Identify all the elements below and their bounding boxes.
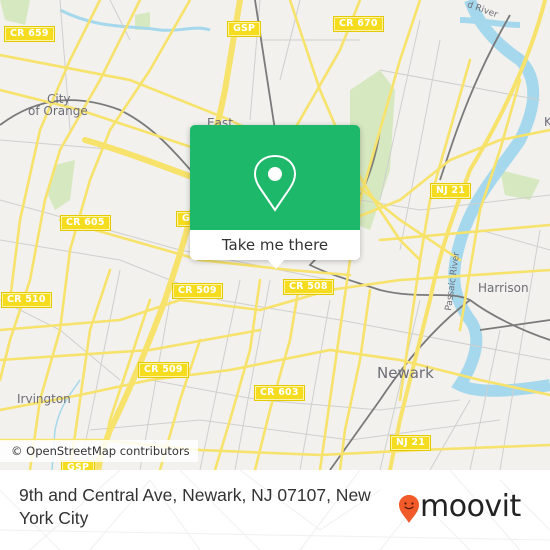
- road-shield: CR 659: [4, 26, 55, 42]
- place-label: Newark: [377, 364, 434, 382]
- location-popup: Take me there: [190, 125, 360, 269]
- popup-pointer: [267, 259, 285, 269]
- place-label: Irvington: [17, 392, 71, 406]
- address-text: 9th and Central Ave, Newark, NJ 07107, N…: [19, 485, 371, 528]
- road-shield: GSP: [60, 460, 96, 470]
- road-shield: NJ 21: [389, 435, 432, 451]
- map-attribution[interactable]: © OpenStreetMap contributors: [0, 440, 198, 462]
- location-pin-icon: [251, 154, 299, 218]
- map-view[interactable]: CR 659 GSP CR 670 CR 605 GSP NJ 21 CR 51…: [0, 0, 550, 470]
- road-shield: NJ 21: [429, 183, 472, 199]
- road-shield: CR 670: [333, 16, 384, 32]
- road-shield: CR 605: [60, 215, 111, 231]
- place-label: of Orange: [28, 104, 88, 118]
- moovit-smiley-pin-icon: [398, 494, 420, 528]
- road-shield: CR 508: [283, 279, 334, 295]
- popup-header: [190, 125, 360, 230]
- road-shield: CR 509: [172, 283, 223, 299]
- road-shield: CR 509: [138, 362, 189, 378]
- road-shield: CR 603: [254, 385, 305, 401]
- road-shield: GSP: [226, 21, 262, 37]
- moovit-wordmark: moovit: [420, 489, 521, 524]
- footer-bar: 9th and Central Ave, Newark, NJ 07107, N…: [0, 470, 550, 550]
- take-me-there-button[interactable]: Take me there: [190, 230, 360, 260]
- place-label: Harrison: [478, 281, 529, 295]
- road-shield: CR 510: [1, 292, 52, 308]
- place-label: K: [544, 115, 550, 129]
